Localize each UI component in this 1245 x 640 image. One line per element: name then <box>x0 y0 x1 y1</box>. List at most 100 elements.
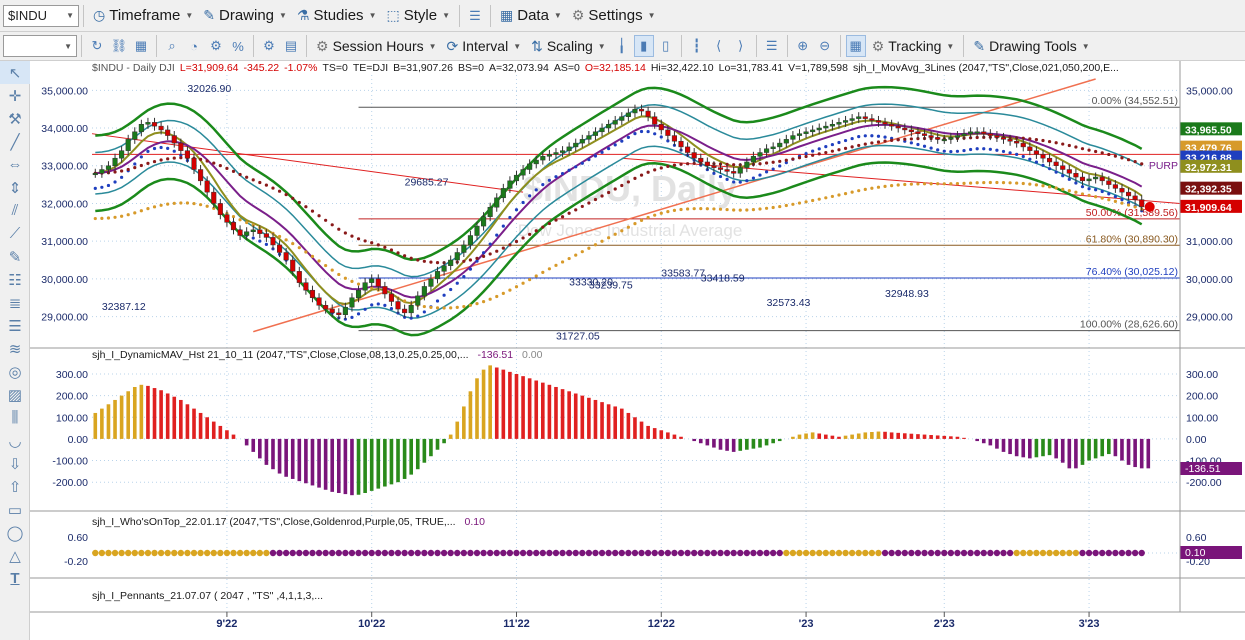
tracking-button[interactable]: ⚙ Tracking ▼ <box>867 34 960 58</box>
blue-dot <box>1008 151 1012 155</box>
wot-dot <box>835 549 843 557</box>
data-window-icon[interactable]: ▦ <box>845 35 866 57</box>
properties-icon[interactable]: ▤ <box>281 35 301 57</box>
ohlc-icon[interactable]: ┇ <box>687 35 707 57</box>
orange-dot <box>330 268 334 272</box>
orange-dot <box>626 225 630 229</box>
red-dot <box>231 169 236 173</box>
blue-dot <box>883 135 887 139</box>
bar-chart-icon[interactable]: ╽ <box>612 35 632 57</box>
link-icon[interactable]: ⛓ <box>109 35 129 57</box>
data-button[interactable]: ▦ Data ▼ <box>495 4 567 28</box>
candle-body <box>987 133 993 136</box>
zoom-in-icon[interactable]: ⊕ <box>793 35 813 57</box>
percent-icon[interactable]: % <box>228 35 248 57</box>
chart-area[interactable]: $INDU - Daily DJI L=31,909.64 -345.22 -1.07… <box>30 61 1245 640</box>
triangle-icon[interactable]: △ <box>0 544 30 567</box>
panels-icon[interactable]: ☰ <box>762 35 782 57</box>
blue-dot <box>771 167 775 171</box>
wrench-icon[interactable]: ⚒ <box>0 107 30 130</box>
candle-body <box>704 161 710 166</box>
gauge-icon[interactable]: ◔ <box>184 35 204 57</box>
wot-dot <box>197 549 204 557</box>
blue-dot <box>916 142 920 147</box>
pointer-icon[interactable]: ↖ <box>0 61 30 84</box>
symbol-selector[interactable]: $INDU ▼ <box>3 4 79 27</box>
up-arrow-icon[interactable]: ⇧ <box>0 475 30 498</box>
orange-dot <box>686 207 690 211</box>
wot-dot <box>1118 549 1126 557</box>
text-icon[interactable]: T <box>0 567 30 590</box>
gann-icon[interactable]: ▨ <box>0 383 30 406</box>
blue-dot <box>462 274 466 279</box>
candle-body <box>994 135 1000 138</box>
pencil-icon[interactable]: ✎ <box>0 245 30 268</box>
fib-extension-icon[interactable]: ☰ <box>0 314 30 337</box>
pan-right-icon[interactable]: ⟩ <box>731 35 751 57</box>
orange-dot <box>324 263 328 268</box>
vertical-line-icon[interactable]: ⇕ <box>0 176 30 199</box>
orange-dot <box>93 216 97 221</box>
panels-icon[interactable]: ☰ <box>465 5 485 27</box>
wot-dot <box>388 549 395 557</box>
wot-dot <box>809 549 816 557</box>
settings-small-icon[interactable]: ⚙ <box>206 35 226 57</box>
studies-button[interactable]: ⚗ Studies ▼ <box>292 4 382 28</box>
toolbar-separator <box>459 4 460 27</box>
orange-dot <box>764 206 769 210</box>
hollow-candle-icon[interactable]: ▯ <box>656 35 676 57</box>
format-icon[interactable]: ⚙ <box>259 35 279 57</box>
orange-dot <box>778 204 782 209</box>
ellipse-icon[interactable]: ◯ <box>0 521 30 544</box>
fib-retracement-icon[interactable]: ≣ <box>0 291 30 314</box>
blue-dot <box>1120 198 1124 202</box>
down-arrow-icon[interactable]: ⇩ <box>0 452 30 475</box>
blue-dot <box>146 149 150 153</box>
timeframe-button[interactable]: ◷ Timeframe ▼ <box>88 4 198 28</box>
candle-body <box>500 188 506 199</box>
rectangle-icon[interactable]: ▭ <box>0 498 30 521</box>
zoom-out-icon[interactable]: ⊖ <box>815 35 835 57</box>
drawing-label: Drawing <box>219 7 275 24</box>
channel-icon[interactable]: ⫽ <box>0 199 30 222</box>
secondary-selector[interactable]: ▼ <box>3 35 77 57</box>
red-dot <box>870 141 874 145</box>
blue-dot <box>1113 194 1117 199</box>
red-dot <box>672 163 677 167</box>
chevron-down-icon: ▼ <box>66 11 74 20</box>
interval-button[interactable]: ⟳ Interval ▼ <box>442 34 527 58</box>
candle-body <box>362 282 368 291</box>
speed-lines-icon[interactable]: ≋ <box>0 337 30 360</box>
scaling-button[interactable]: ⇅ Scaling ▼ <box>526 34 611 58</box>
refresh-icon[interactable]: ↻ <box>87 35 107 57</box>
pan-left-icon[interactable]: ⟨ <box>709 35 729 57</box>
fib-icon[interactable]: ☷ <box>0 268 30 291</box>
horizontal-line-icon[interactable]: ⇔ <box>0 153 30 176</box>
orange-dot <box>620 229 624 233</box>
blue-dot <box>363 307 367 311</box>
cycle-icon[interactable]: ◎ <box>0 360 30 383</box>
settings-button[interactable]: ⚙ Settings ▼ <box>567 4 661 28</box>
blue-dot <box>534 188 538 192</box>
drawing-button[interactable]: ✎ Drawing ▼ <box>198 4 292 28</box>
orange-dot <box>968 181 973 185</box>
wot-dot <box>704 549 711 557</box>
style-button[interactable]: ⬚ Style ▼ <box>381 4 455 28</box>
trendline-icon[interactable]: ╱ <box>0 130 30 153</box>
candle-body <box>198 169 204 182</box>
pennants-panel[interactable]: sjh_I_Pennants_21.07.07 ( 2047 , "TS" ,4… <box>92 590 323 602</box>
arc-icon[interactable]: ◡ <box>0 429 30 452</box>
drawing-tools-button[interactable]: ✎ Drawing Tools ▼ <box>968 34 1094 58</box>
price-axis-label-left: 35,000.00 <box>41 85 88 97</box>
ray-icon[interactable]: ⟋ <box>0 222 30 245</box>
candle-body <box>1106 180 1112 185</box>
session-hours-button[interactable]: ⚙ Session Hours ▼ <box>311 34 442 58</box>
grid-icon[interactable]: ▦ <box>131 35 151 57</box>
bar-tool-icon[interactable]: ⫼ <box>0 406 30 429</box>
zoom-data-icon[interactable]: ⌕ <box>162 35 182 57</box>
candle-body <box>612 120 618 125</box>
candlestick-icon[interactable]: ▮ <box>633 35 654 57</box>
blue-dot <box>475 259 479 263</box>
crosshair-icon[interactable]: ✛ <box>0 84 30 107</box>
orange-dot <box>554 263 558 267</box>
